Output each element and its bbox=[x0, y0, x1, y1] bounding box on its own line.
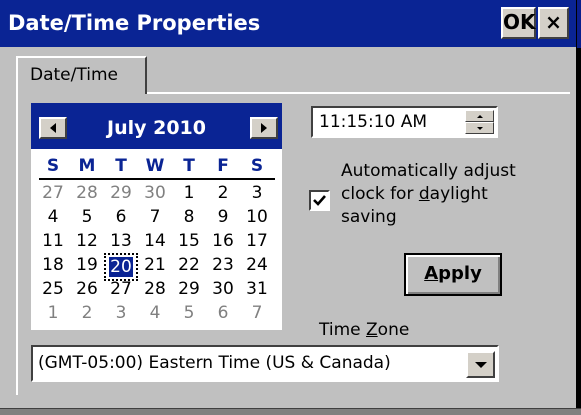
time-spinner[interactable] bbox=[465, 110, 494, 134]
calendar-day[interactable]: 26 bbox=[70, 277, 104, 301]
chevron-down-icon bbox=[474, 361, 487, 368]
weekday-header: S bbox=[46, 156, 60, 176]
tab-date-time[interactable]: Date/Time bbox=[16, 56, 147, 94]
calendar-day[interactable]: 21 bbox=[138, 253, 172, 277]
calendar-day[interactable]: 27 bbox=[36, 181, 70, 205]
close-icon: × bbox=[545, 10, 562, 34]
daylight-saving-label[interactable]: Automatically adjust clock for daylight … bbox=[341, 160, 571, 229]
calendar-day[interactable]: 23 bbox=[206, 253, 240, 277]
weekday-header: F bbox=[217, 156, 229, 176]
calendar-day[interactable]: 28 bbox=[138, 277, 172, 301]
calendar-day[interactable]: 3 bbox=[104, 301, 138, 325]
close-button[interactable]: × bbox=[538, 7, 569, 39]
apply-button[interactable]: Apply bbox=[404, 253, 502, 296]
calendar-day[interactable]: 3 bbox=[240, 181, 274, 205]
calendar-day[interactable]: 11 bbox=[36, 229, 70, 253]
calendar-day[interactable]: 29 bbox=[104, 181, 138, 205]
calendar-day[interactable]: 14 bbox=[138, 229, 172, 253]
calendar-day[interactable]: 6 bbox=[206, 301, 240, 325]
calendar-day[interactable]: 6 bbox=[104, 205, 138, 229]
calendar-day[interactable]: 8 bbox=[172, 205, 206, 229]
calendar-day[interactable]: 19 bbox=[70, 253, 104, 277]
weekday-header: W bbox=[145, 156, 165, 176]
calendar-day[interactable]: 30 bbox=[138, 181, 172, 205]
calendar-day[interactable]: 1 bbox=[172, 181, 206, 205]
weekday-header-row: SMTWTFS bbox=[31, 155, 282, 177]
calendar-day[interactable]: 5 bbox=[172, 301, 206, 325]
calendar-day[interactable]: 29 bbox=[172, 277, 206, 301]
calendar-day[interactable]: 2 bbox=[206, 181, 240, 205]
time-spin-down-button[interactable] bbox=[465, 122, 494, 134]
calendar-day[interactable]: 28 bbox=[70, 181, 104, 205]
time-zone-dropdown-button[interactable] bbox=[466, 351, 495, 378]
calendar-day[interactable]: 12 bbox=[70, 229, 104, 253]
time-picker[interactable]: 11:15:10 AM bbox=[311, 106, 498, 138]
checkmark-icon bbox=[313, 195, 326, 206]
calendar-day[interactable]: 9 bbox=[206, 205, 240, 229]
previous-month-button[interactable] bbox=[39, 117, 67, 139]
calendar-day[interactable]: 7 bbox=[240, 301, 274, 325]
calendar-day[interactable]: 18 bbox=[36, 253, 70, 277]
calendar-day[interactable]: 2 bbox=[70, 301, 104, 325]
calendar-day[interactable]: 31 bbox=[240, 277, 274, 301]
triangle-down-icon bbox=[476, 126, 483, 130]
title-bar: Date/Time Properties OK × bbox=[0, 0, 576, 47]
calendar-day[interactable]: 30 bbox=[206, 277, 240, 301]
calendar-day[interactable]: 13 bbox=[104, 229, 138, 253]
time-value[interactable]: 11:15:10 AM bbox=[319, 110, 427, 134]
window-title: Date/Time Properties bbox=[8, 11, 261, 35]
triangle-up-icon bbox=[476, 114, 483, 118]
triangle-left-icon bbox=[50, 123, 56, 133]
calendar-month-label[interactable]: July 2010 bbox=[69, 115, 244, 141]
calendar-day[interactable]: 17 bbox=[240, 229, 274, 253]
time-zone-dropdown[interactable]: (GMT-05:00) Eastern Time (US & Canada) bbox=[31, 345, 499, 382]
calendar-header: July 2010 bbox=[31, 103, 282, 149]
next-month-button[interactable] bbox=[250, 117, 278, 139]
weekday-header: M bbox=[78, 156, 96, 176]
triangle-right-icon bbox=[261, 123, 267, 133]
tab-panel-border bbox=[147, 92, 570, 94]
daylight-saving-checkbox[interactable] bbox=[309, 190, 330, 211]
calendar-day[interactable]: 10 bbox=[240, 205, 274, 229]
calendar-day[interactable]: 7 bbox=[138, 205, 172, 229]
time-spin-up-button[interactable] bbox=[465, 110, 494, 122]
weekday-header: T bbox=[115, 156, 127, 176]
weekday-header: T bbox=[183, 156, 195, 176]
screen-bottom bbox=[0, 408, 581, 415]
calendar-day[interactable]: 25 bbox=[36, 277, 70, 301]
weekday-header: S bbox=[250, 156, 264, 176]
calendar-day[interactable]: 4 bbox=[36, 205, 70, 229]
weekday-divider bbox=[39, 178, 275, 180]
calendar-day[interactable]: 24 bbox=[240, 253, 274, 277]
time-zone-value[interactable]: (GMT-05:00) Eastern Time (US & Canada) bbox=[38, 351, 391, 376]
screen-edge bbox=[576, 0, 581, 415]
time-zone-label: Time Zone bbox=[319, 320, 410, 340]
calendar-day[interactable]: 22 bbox=[172, 253, 206, 277]
calendar-day[interactable]: 15 bbox=[172, 229, 206, 253]
calendar-day[interactable]: 5 bbox=[70, 205, 104, 229]
calendar-day[interactable]: 27 bbox=[104, 277, 138, 301]
calendar-day[interactable]: 1 bbox=[36, 301, 70, 325]
calendar-day[interactable]: 16 bbox=[206, 229, 240, 253]
tab-panel-border-left bbox=[16, 92, 18, 395]
month-calendar[interactable]: July 2010 SMTWTFS 27 28 29 30 1 2 3 4 5 6 7 8 9 10 11 1… bbox=[31, 103, 282, 330]
calendar-day[interactable]: 4 bbox=[138, 301, 172, 325]
ok-button[interactable]: OK bbox=[501, 7, 536, 39]
